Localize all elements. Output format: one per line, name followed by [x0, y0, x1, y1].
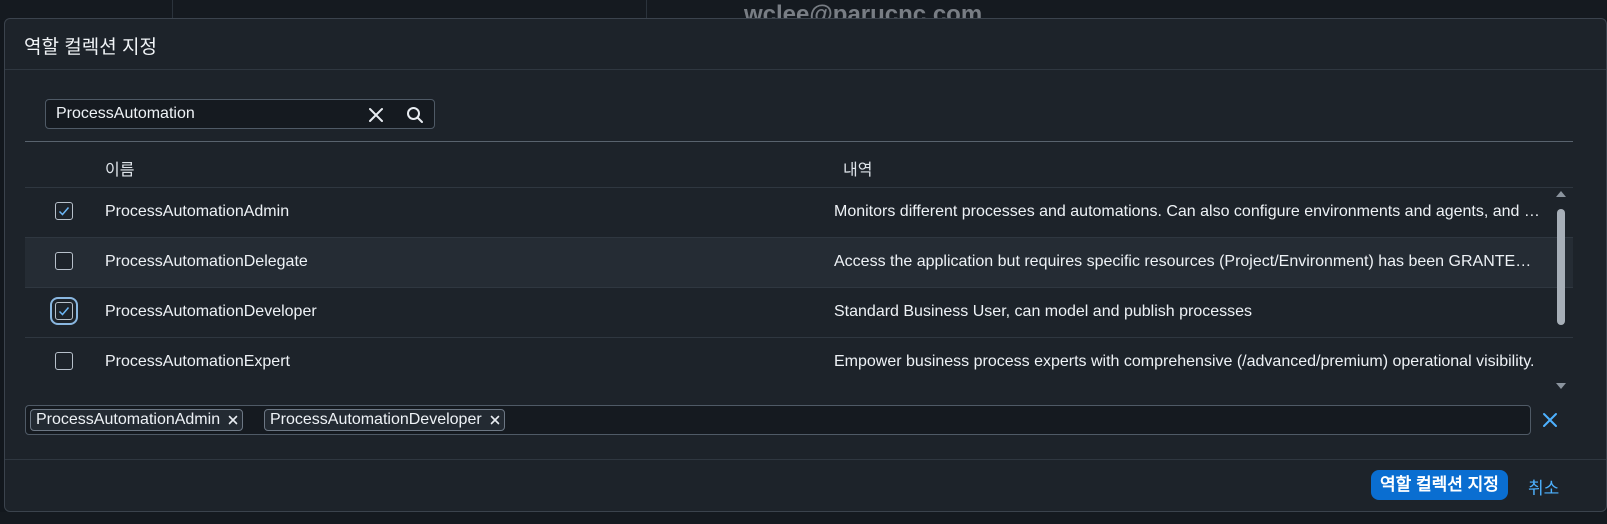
row-checkbox[interactable]	[55, 202, 73, 220]
column-header-description[interactable]: 내역	[843, 156, 872, 180]
row-checkbox[interactable]	[55, 252, 73, 270]
table-row[interactable]: ProcessAutomationDeveloper Standard Busi…	[25, 288, 1573, 338]
row-name: ProcessAutomationDeveloper	[105, 303, 317, 320]
row-name: ProcessAutomationDelegate	[105, 253, 308, 270]
search-field[interactable]: ProcessAutomation	[45, 99, 435, 129]
token-label: ProcessAutomationAdmin	[36, 411, 221, 428]
token[interactable]: ProcessAutomationAdmin	[30, 409, 244, 431]
row-description: Monitors different processes and automat…	[834, 203, 1542, 220]
dialog-title: 역할 컬렉션 지정	[24, 37, 157, 58]
row-description: Empower business process experts with co…	[834, 353, 1535, 370]
cancel-button[interactable]: 취소	[1528, 474, 1559, 499]
background-divider	[172, 0, 173, 20]
assign-role-collection-button[interactable]: 역할 컬렉션 지정	[1371, 470, 1508, 500]
checkmark-icon	[58, 207, 70, 216]
scroll-down-icon[interactable]	[1556, 383, 1566, 389]
token[interactable]: ProcessAutomationDeveloper	[264, 409, 505, 431]
table-header: 이름 내역	[25, 141, 1573, 188]
table-row[interactable]: ProcessAutomationExpert Empower business…	[25, 338, 1573, 387]
search-icon[interactable]	[406, 106, 424, 124]
scrollbar-thumb[interactable]	[1557, 209, 1565, 325]
remove-token-icon[interactable]	[486, 411, 504, 429]
table-scrollbar[interactable]	[1554, 191, 1568, 391]
token-label: ProcessAutomationDeveloper	[270, 411, 482, 428]
remove-token-icon[interactable]	[224, 411, 242, 429]
column-header-name[interactable]: 이름	[105, 156, 134, 180]
dialog-footer: 역할 컬렉션 지정 취소	[5, 459, 1606, 511]
clear-search-icon[interactable]	[368, 107, 384, 123]
scroll-up-icon[interactable]	[1556, 191, 1566, 197]
row-name: ProcessAutomationExpert	[105, 353, 290, 370]
background-app-bottom	[0, 512, 1607, 524]
search-input[interactable]: ProcessAutomation	[56, 105, 195, 123]
background-divider	[646, 0, 647, 20]
row-checkbox[interactable]	[55, 352, 73, 370]
table-row[interactable]: ProcessAutomationAdmin Monitors differen…	[25, 188, 1573, 238]
row-description: Access the application but requires spec…	[834, 253, 1542, 270]
clear-all-tokens-icon[interactable]	[1541, 411, 1559, 429]
table-row[interactable]: ProcessAutomationDelegate Access the app…	[25, 238, 1573, 288]
background-user-email: wclee@parucnc.com	[744, 2, 983, 18]
row-name: ProcessAutomationAdmin	[105, 203, 290, 220]
dialog-header: 역할 컬렉션 지정	[5, 19, 1606, 70]
row-description: Standard Business User, can model and pu…	[834, 303, 1253, 320]
role-collection-table: 이름 내역 ProcessAutomationAdmin Monitors di…	[25, 141, 1573, 387]
assign-role-collection-dialog: 역할 컬렉션 지정 ProcessAutomation 이름 내역 Proces…	[4, 18, 1607, 512]
checkmark-icon	[58, 307, 70, 316]
selected-tokens-field[interactable]: ProcessAutomationAdmin ProcessAutomation…	[25, 405, 1531, 435]
row-checkbox[interactable]	[50, 297, 78, 325]
